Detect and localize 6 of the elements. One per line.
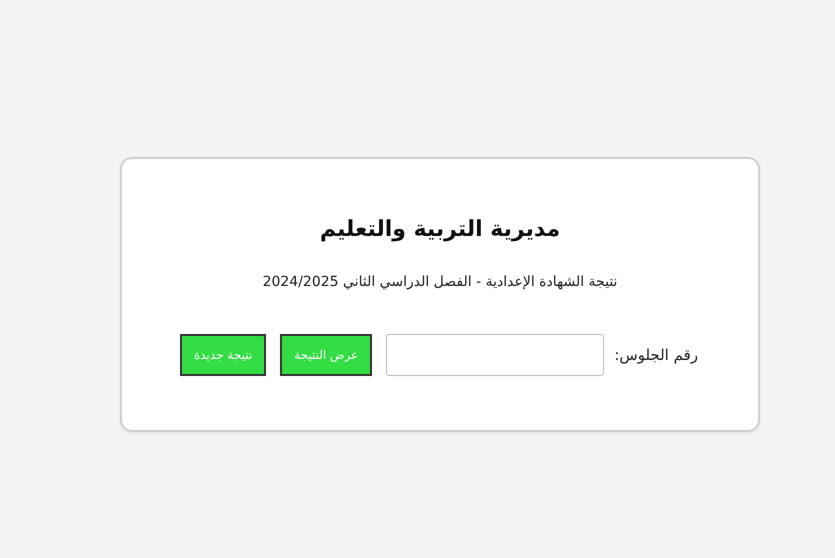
seat-number-field[interactable]	[386, 334, 604, 376]
seat-number-label: رقم الجلوس:	[614, 346, 698, 364]
page-title: مديرية التربية والتعليم	[320, 217, 560, 242]
show-result-button[interactable]: عرض النتيجة	[280, 334, 372, 376]
new-result-button[interactable]: نتيجة جديدة	[180, 334, 266, 376]
subtitle: نتيجة الشهادة الإعدادية - الفصل الدراسي الثاني 2024/2025	[262, 274, 618, 290]
